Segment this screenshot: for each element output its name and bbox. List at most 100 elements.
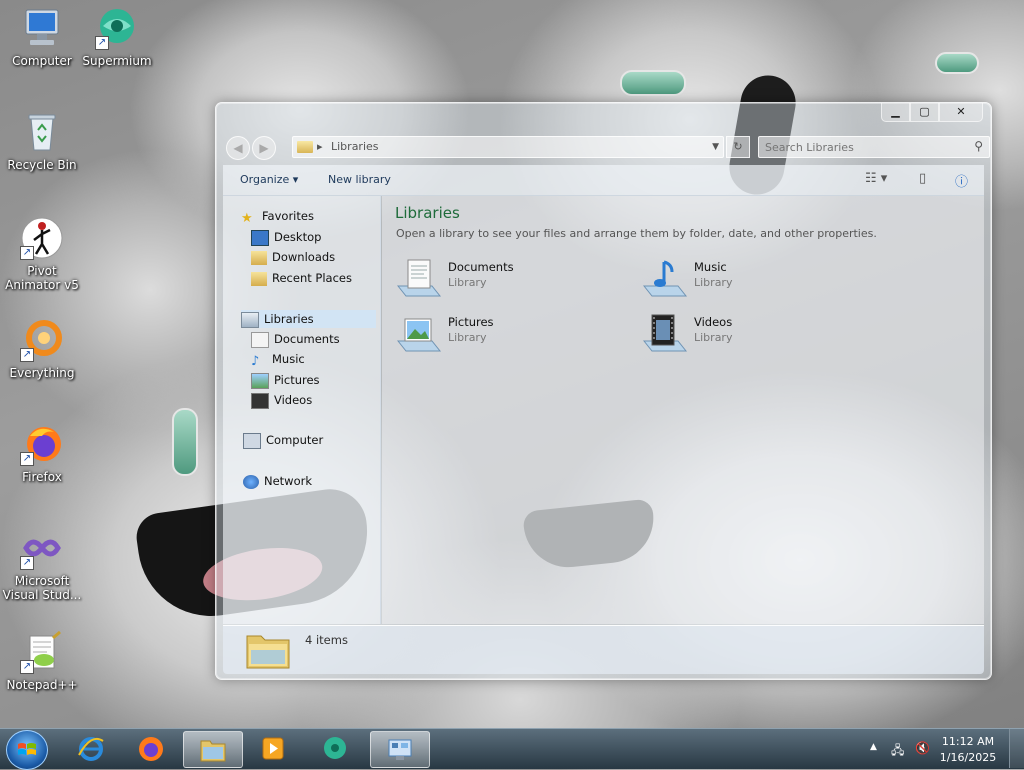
- search-input[interactable]: [765, 139, 960, 155]
- control-panel-icon: [388, 739, 412, 760]
- item-count: 4 items: [305, 633, 348, 647]
- taskbar-firefox[interactable]: [122, 731, 180, 766]
- desktop-icon-label: Microsoft Visual Stud...: [2, 574, 82, 602]
- desktop-icon-label: Computer: [12, 54, 72, 68]
- media-player-icon: [262, 737, 284, 760]
- nav-network[interactable]: Network: [243, 472, 312, 490]
- supermium-icon: ↗: [95, 6, 139, 50]
- desktop-icon-everything[interactable]: ↗ Everything: [0, 318, 84, 380]
- navigation-bar: ◀ ▶ ▸ Libraries ▼ ↻ ⚲: [224, 133, 990, 161]
- details-pane: 4 items: [223, 625, 984, 674]
- nav-recent-places[interactable]: Recent Places: [251, 269, 352, 287]
- desktop-icon-computer[interactable]: Computer: [0, 6, 84, 68]
- close-button[interactable]: ✕: [939, 103, 983, 122]
- taskbar-control-panel[interactable]: [370, 731, 430, 768]
- nav-computer[interactable]: Computer: [243, 431, 323, 449]
- page-subtitle: Open a library to see your files and arr…: [396, 227, 877, 240]
- clock[interactable]: 11:12 AM 1/16/2025: [938, 734, 998, 766]
- library-kind: Library: [448, 276, 487, 289]
- library-videos[interactable]: Videos Library: [642, 311, 862, 359]
- nav-favorites[interactable]: ★ Favorites: [241, 207, 314, 226]
- wallpaper-shape: [935, 52, 979, 74]
- organize-button[interactable]: Organize ▾: [240, 173, 298, 186]
- desktop-icon: [251, 229, 269, 246]
- desktop-icon-label: Notepad++: [6, 678, 78, 692]
- music-icon: ♪: [251, 353, 260, 369]
- downloads-folder-icon: [251, 250, 267, 265]
- shortcut-arrow-icon: ↗: [20, 452, 34, 466]
- desktop-icon-notepad-plus-plus[interactable]: ↗ Notepad++: [0, 630, 84, 692]
- library-kind: Library: [448, 331, 487, 344]
- nav-downloads[interactable]: Downloads: [251, 248, 335, 266]
- preview-pane-icon[interactable]: ▯: [919, 171, 926, 186]
- breadcrumb-libraries[interactable]: Libraries: [331, 137, 379, 157]
- videos-icon: [251, 392, 269, 409]
- nav-music[interactable]: ♪ Music: [251, 350, 305, 369]
- pictures-library-icon: [396, 311, 442, 355]
- refresh-button[interactable]: ↻: [726, 136, 750, 158]
- show-desktop-button[interactable]: [1009, 729, 1024, 768]
- show-hidden-icons-icon[interactable]: ▲: [870, 742, 877, 752]
- minimize-button[interactable]: ▁: [881, 103, 910, 122]
- desktop-icon-label: Recycle Bin: [7, 158, 77, 172]
- help-icon[interactable]: ⓘ: [955, 171, 968, 190]
- address-bar[interactable]: ▸ Libraries ▼: [292, 136, 724, 158]
- recycle-bin-icon: [20, 110, 64, 154]
- pivot-animator-icon: ↗: [20, 216, 64, 260]
- address-dropdown-icon[interactable]: ▼: [712, 137, 719, 157]
- firefox-icon: [139, 737, 163, 761]
- libraries-folder-icon: [245, 630, 291, 670]
- new-library-button[interactable]: New library: [328, 173, 391, 186]
- navigation-pane: ★ Favorites Desktop Downloads Recent Plac…: [223, 196, 381, 624]
- windows-explorer-icon: [200, 740, 226, 762]
- library-kind: Library: [694, 331, 733, 344]
- clock-time: 11:12 AM: [941, 735, 995, 748]
- libraries-folder-icon: [297, 141, 313, 153]
- shortcut-arrow-icon: ↗: [20, 348, 34, 362]
- nav-label: Libraries: [264, 312, 314, 326]
- taskbar-supermium[interactable]: [306, 731, 364, 766]
- star-icon: ★: [241, 210, 253, 226]
- documents-library-icon: [396, 256, 442, 300]
- start-button[interactable]: [6, 730, 48, 770]
- taskbar-media-player[interactable]: [244, 731, 302, 766]
- desktop-icon-visual-studio[interactable]: ↗ Microsoft Visual Stud...: [0, 526, 84, 602]
- nav-label: Computer: [266, 433, 324, 447]
- taskbar-windows-explorer[interactable]: [183, 731, 243, 768]
- explorer-window[interactable]: ▁ ▢ ✕ ◀ ▶ ▸ Libraries ▼ ↻ ⚲ Organize ▾ N…: [215, 102, 992, 680]
- change-view-icon[interactable]: ☷ ▾: [865, 171, 887, 186]
- network-status-icon[interactable]: 🖧: [891, 741, 904, 762]
- desktop-icon-firefox[interactable]: ↗ Firefox: [0, 422, 84, 484]
- wallpaper-shape: [172, 408, 198, 476]
- nav-pictures[interactable]: Pictures: [251, 371, 320, 389]
- forward-button[interactable]: ▶: [252, 136, 276, 160]
- search-icon[interactable]: ⚲: [974, 139, 983, 153]
- volume-muted-icon[interactable]: 🔇: [915, 741, 930, 755]
- search-box[interactable]: ⚲: [758, 136, 990, 158]
- library-kind: Library: [694, 276, 733, 289]
- nav-label: Network: [264, 474, 313, 488]
- library-pictures[interactable]: Pictures Library: [396, 311, 616, 359]
- network-icon: [243, 474, 259, 489]
- library-documents[interactable]: Documents Library: [396, 256, 616, 304]
- firefox-icon: ↗: [20, 422, 64, 466]
- desktop-icon-supermium[interactable]: ↗ Supermium: [75, 6, 159, 68]
- back-button[interactable]: ◀: [226, 136, 250, 160]
- desktop-icon-pivot-animator[interactable]: ↗ Pivot Animator v5: [0, 216, 84, 292]
- documents-icon: [251, 331, 269, 348]
- caption-buttons: ▁ ▢ ✕: [881, 103, 983, 122]
- library-music[interactable]: Music Library: [642, 256, 862, 304]
- taskbar-internet-explorer[interactable]: [62, 731, 120, 766]
- clock-date: 1/16/2025: [939, 751, 997, 764]
- supermium-icon: [324, 737, 346, 759]
- nav-documents[interactable]: Documents: [251, 330, 340, 348]
- nav-libraries[interactable]: Libraries: [241, 310, 376, 328]
- breadcrumb-arrow-icon[interactable]: ▸: [317, 137, 323, 157]
- libraries-icon: [241, 311, 259, 328]
- nav-videos[interactable]: Videos: [251, 391, 312, 409]
- library-name: Music: [694, 260, 727, 274]
- maximize-button[interactable]: ▢: [910, 103, 939, 122]
- computer-icon: [243, 432, 261, 449]
- nav-desktop[interactable]: Desktop: [251, 228, 321, 246]
- desktop-icon-recycle-bin[interactable]: Recycle Bin: [0, 110, 84, 172]
